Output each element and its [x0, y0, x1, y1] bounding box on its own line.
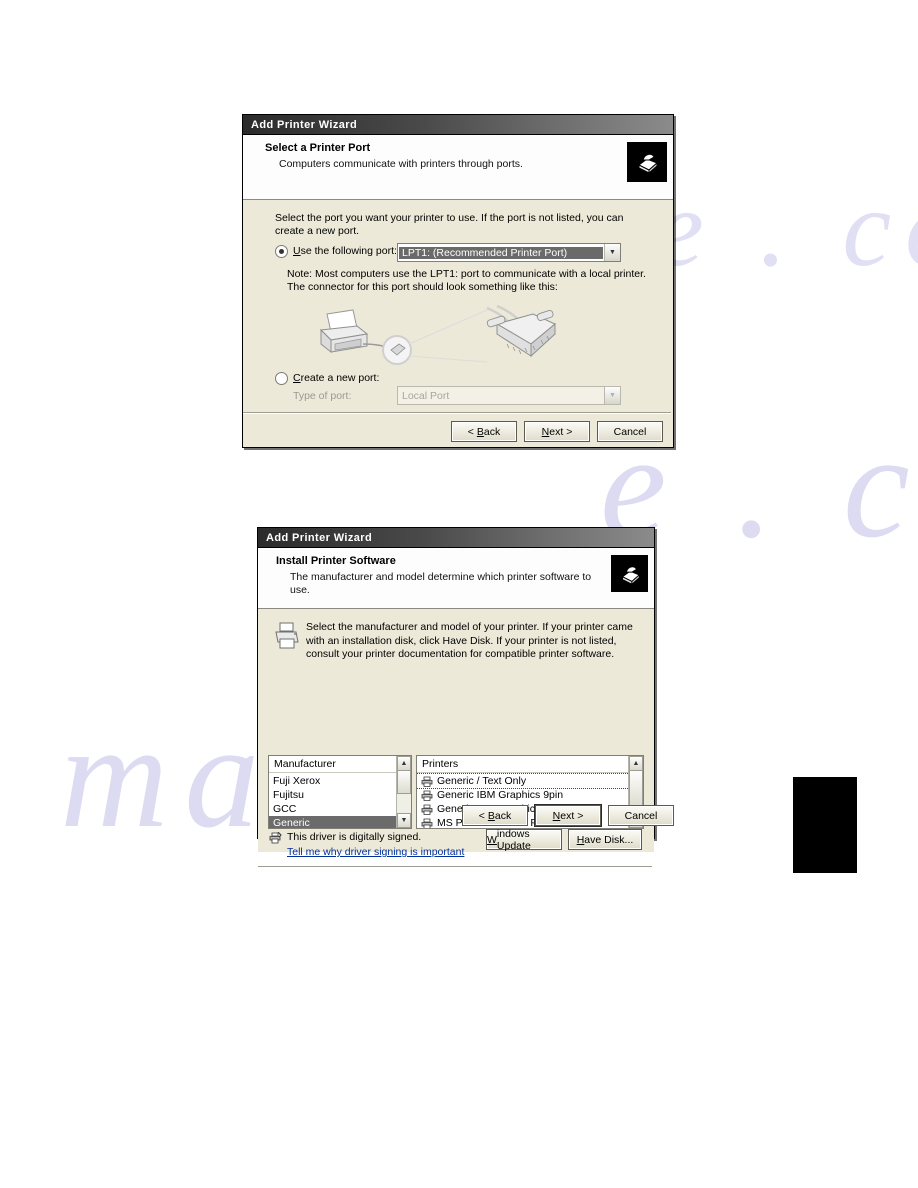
use-following-port-mnemonic: U [293, 245, 301, 257]
add-printer-wizard-install-software-dialog: Add Printer Wizard Install Printer Softw… [257, 527, 655, 868]
scrollbar-thumb[interactable] [629, 770, 643, 808]
dialog2-titlebar[interactable]: Add Printer Wizard [258, 528, 654, 548]
dialog2-button-row: < Back Next > Cancel [462, 805, 674, 826]
list-item[interactable]: Fujitsu [269, 788, 411, 802]
have-disk-button[interactable]: Have Disk... [568, 829, 642, 850]
printer-icon-glyph [638, 153, 658, 175]
dialog2-title: Add Printer Wizard [266, 531, 373, 544]
printer-icon-glyph [275, 622, 299, 649]
list-item[interactable]: Fuji Xerox [269, 774, 411, 788]
printer-icon [611, 555, 648, 592]
manufacturer-listbox[interactable]: Manufacturer Fuji Xerox Fujitsu GCC Gene… [268, 755, 412, 829]
add-printer-wizard-select-port-dialog: Add Printer Wizard Select a Printer Port… [242, 114, 674, 448]
printer-icon [272, 621, 300, 651]
signed-driver-icon [269, 832, 282, 844]
printer-icon [421, 790, 433, 801]
cancel-button[interactable]: Cancel [608, 805, 674, 826]
list-item[interactable]: GCC [269, 802, 411, 816]
list-item[interactable]: Generic IBM Graphics 9pin [417, 788, 643, 802]
dialog1-title: Add Printer Wizard [251, 118, 358, 131]
list-item-selected[interactable]: Generic [269, 816, 411, 828]
chevron-down-icon[interactable]: ▼ [604, 387, 620, 404]
use-following-port-label: se the following port: [300, 245, 397, 257]
back-button[interactable]: < Back [451, 421, 517, 442]
dialog1-body: Select the port you want your printer to… [243, 200, 673, 442]
scrollbar-thumb[interactable] [397, 770, 411, 794]
dialog2-header: Install Printer Software The manufacture… [258, 548, 654, 609]
list-item-label: Generic IBM Graphics 9pin [437, 789, 564, 801]
port-select-combobox[interactable]: LPT1: (Recommended Printer Port) ▼ [397, 243, 621, 262]
use-following-port-radio-row[interactable]: Use the following port: [275, 245, 397, 258]
signed-driver-notice: This driver is digitally signed. Tell me… [269, 831, 464, 858]
list-item-selected[interactable]: Generic / Text Only [417, 773, 643, 789]
create-new-port-radio-row[interactable]: Create a new port: [275, 372, 379, 385]
illustration-svg [319, 304, 556, 365]
type-of-port-label: Type of port: [293, 390, 352, 402]
printer-icon [421, 818, 433, 828]
dialog1-note-line2: The connector for this port should look … [287, 281, 558, 293]
manufacturer-list-items: Fuji Xerox Fujitsu GCC Generic Gestetner… [269, 773, 411, 828]
chevron-up-icon[interactable]: ▲ [629, 756, 643, 771]
chevron-up-icon[interactable]: ▲ [397, 756, 411, 771]
dialog1-subheading: Computers communicate with printers thro… [279, 158, 523, 170]
dialog1-heading: Select a Printer Port [265, 142, 371, 154]
next-button[interactable]: Next > [535, 805, 601, 826]
dialog1-button-row: < Back Next > Cancel [451, 421, 663, 442]
dialog1-note-line1: Note: Most computers use the LPT1: port … [287, 268, 646, 280]
next-button[interactable]: Next > [524, 421, 590, 442]
manufacturer-list-header: Manufacturer [269, 756, 411, 773]
back-button[interactable]: < Back [462, 805, 528, 826]
dialog1-header: Select a Printer Port Computers communic… [243, 135, 673, 200]
dialog1-titlebar[interactable]: Add Printer Wizard [243, 115, 673, 135]
printers-list-header: Printers [417, 756, 643, 773]
driver-signing-link[interactable]: Tell me why driver signing is important [287, 846, 464, 858]
create-new-port-radio[interactable] [275, 372, 288, 385]
chevron-down-icon[interactable]: ▼ [604, 244, 620, 261]
dialog2-subheading: The manufacturer and model determine whi… [290, 571, 592, 596]
dialog1-footer-separator [243, 412, 671, 414]
dialog2-heading: Install Printer Software [276, 555, 396, 567]
windows-update-button[interactable]: Windows Update [486, 828, 562, 852]
printer-parallel-cable-illustration [301, 300, 591, 368]
create-new-port-mnemonic: C [293, 372, 301, 384]
printer-icon [627, 142, 667, 182]
type-of-port-value: Local Port [402, 389, 450, 402]
chevron-down-icon[interactable]: ▼ [397, 813, 411, 828]
list-item-label: Generic / Text Only [437, 775, 527, 787]
printer-icon [421, 804, 433, 815]
watermark-text-top: e . co [655, 167, 918, 289]
type-of-port-combobox[interactable]: Local Port ▼ [397, 386, 621, 405]
use-following-port-radio[interactable] [275, 245, 288, 258]
port-select-value: LPT1: (Recommended Printer Port) [399, 246, 603, 259]
dialog2-info-text: Select the manufacturer and model of you… [306, 621, 633, 660]
printer-icon [421, 776, 433, 787]
dialog2-footer-separator [258, 866, 652, 868]
dialog1-intro-text: Select the port you want your printer to… [275, 212, 624, 237]
create-new-port-label: reate a new port: [300, 372, 380, 384]
signed-driver-text: This driver is digitally signed. [287, 831, 422, 843]
printer-icon-glyph [621, 565, 640, 585]
page-edge-tab-marker [793, 777, 857, 873]
manufacturer-scrollbar[interactable]: ▲ ▼ [396, 756, 411, 828]
cancel-button[interactable]: Cancel [597, 421, 663, 442]
